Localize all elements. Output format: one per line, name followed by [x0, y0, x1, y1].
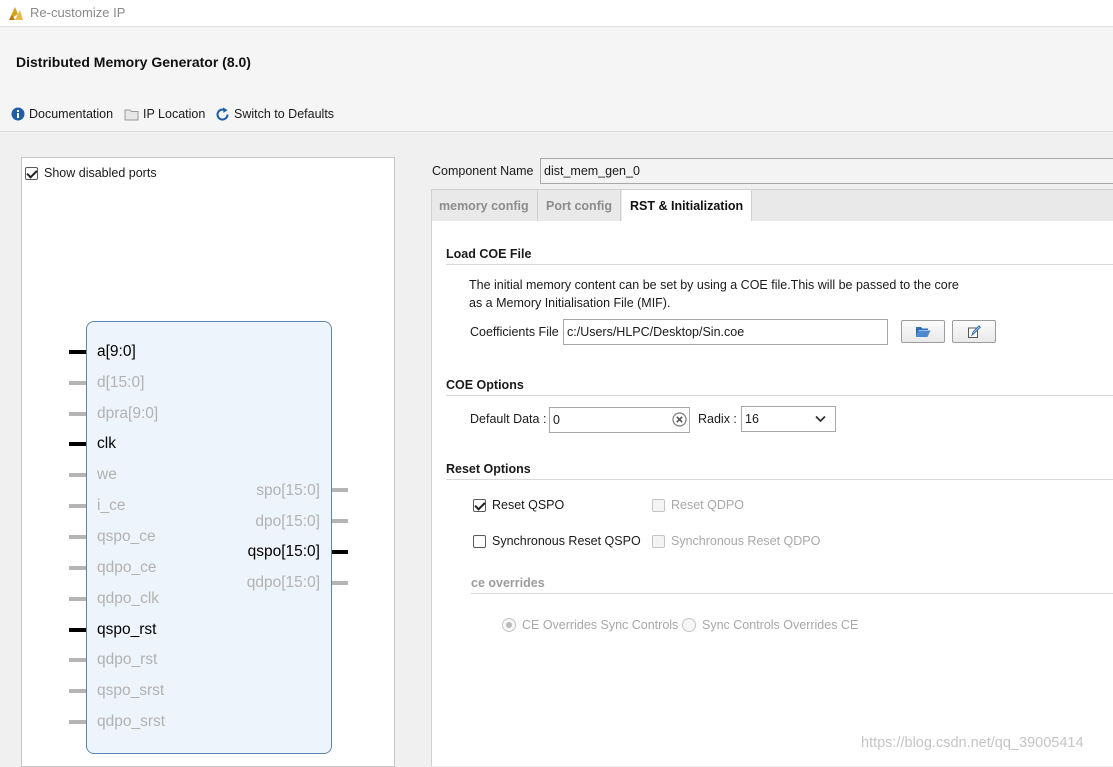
show-disabled-ports-label: Show disabled ports [44, 166, 157, 180]
documentation-button[interactable]: Documentation [11, 105, 113, 123]
show-disabled-ports-checkbox[interactable]: Show disabled ports [25, 166, 157, 180]
ce-overrides-title: ce overrides [471, 576, 545, 590]
radix-label: Radix : [698, 412, 737, 426]
chevron-down-icon [815, 415, 826, 423]
vivado-logo-icon [9, 7, 23, 20]
checkbox-box[interactable] [473, 498, 486, 512]
ce-overrides-sync-radio: CE Overrides Sync Controls [502, 618, 678, 632]
checkbox-box[interactable] [473, 534, 486, 548]
documentation-label: Documentation [29, 107, 114, 121]
ip-title: Distributed Memory Generator (8.0) [16, 54, 251, 70]
checkbox-box[interactable] [25, 166, 38, 180]
port-clk: clk [97, 435, 116, 452]
pin-clk [69, 442, 86, 446]
pin-qspo-srst [69, 689, 86, 693]
watermark: https://blog.csdn.net/qq_39005414 [861, 735, 1084, 751]
port-i-ce: i_ce [97, 497, 126, 514]
reset-options-title: Reset Options [446, 462, 531, 476]
window-titlebar: Re-customize IP [0, 0, 1113, 27]
pin-d [69, 381, 86, 385]
default-data-input[interactable]: 0 [549, 407, 690, 433]
coe-options-title: COE Options [446, 378, 524, 392]
port-dpra: dpra[9:0] [97, 405, 159, 422]
pin-qdpo [332, 581, 348, 585]
port-d: d[15:0] [97, 374, 145, 391]
coefficients-file-label: Coefficients File [470, 325, 559, 339]
pin-qspo [332, 550, 348, 554]
reset-qspo-label: Reset QSPO [492, 498, 565, 512]
ip-symbol-panel: Show disabled ports a[9:0] d[15:0] dpra[… [21, 157, 395, 767]
port-qspo-rst: qspo_rst [97, 621, 157, 638]
port-qspo-ce: qspo_ce [97, 528, 156, 545]
folder-icon [124, 109, 139, 120]
pin-qdpo-srst [69, 720, 86, 724]
pin-spo [332, 488, 348, 492]
edit-icon [968, 324, 981, 338]
port-qdpo-ce: qdpo_ce [97, 559, 157, 576]
pin-qdpo-rst [69, 658, 86, 662]
port-a: a[9:0] [97, 343, 136, 360]
reset-qspo-checkbox[interactable]: Reset QSPO [473, 498, 564, 512]
port-qdpo-rst: qdpo_rst [97, 651, 158, 668]
tab-memory-config[interactable]: memory config [431, 190, 538, 221]
sync-overrides-ce-label: Sync Controls Overrides CE [702, 618, 859, 632]
sync-reset-qdpo-label: Synchronous Reset QDPO [671, 534, 821, 548]
port-qdpo-clk: qdpo_clk [97, 590, 160, 607]
port-we: we [97, 466, 117, 483]
clear-icon[interactable] [672, 412, 687, 427]
reset-qdpo-label: Reset QDPO [671, 498, 744, 512]
port-dpo: dpo[15:0] [255, 513, 320, 530]
load-coe-description-2: as a Memory Initialisation File (MIF). [469, 296, 671, 310]
radix-value: 16 [745, 412, 759, 426]
component-name-label: Component Name [432, 164, 534, 178]
coefficients-file-input[interactable]: c:/Users/HLPC/Desktop/Sin.coe [563, 319, 888, 345]
ip-location-button[interactable]: IP Location [124, 105, 205, 123]
browse-coe-button[interactable] [901, 320, 945, 343]
pin-we [69, 473, 86, 477]
load-coe-title: Load COE File [446, 247, 532, 261]
port-spo: spo[15:0] [256, 482, 320, 499]
tab-port-config[interactable]: Port config [538, 190, 621, 221]
pin-a [69, 350, 86, 354]
info-icon [11, 107, 25, 121]
port-qspo-srst: qspo_srst [97, 682, 165, 699]
port-qdpo: qdpo[15:0] [246, 574, 320, 591]
pin-qdpo-ce [69, 566, 86, 570]
window-title: Re-customize IP [30, 5, 126, 20]
sync-overrides-ce-radio: Sync Controls Overrides CE [682, 618, 858, 632]
default-data-value: 0 [553, 413, 560, 427]
open-folder-icon [916, 327, 931, 337]
switch-to-defaults-button[interactable]: Switch to Defaults [215, 105, 334, 123]
port-qdpo-srst: qdpo_srst [97, 713, 166, 730]
pin-qspo-rst [69, 628, 86, 632]
tab-rst-initialization[interactable]: RST & Initialization [622, 190, 753, 221]
radio-button [682, 618, 696, 632]
default-data-label: Default Data : [470, 412, 547, 426]
section-divider [446, 395, 1113, 396]
component-name-input[interactable]: dist_mem_gen_0 [540, 158, 1113, 184]
section-divider [446, 479, 1113, 480]
sync-reset-qdpo-checkbox: Synchronous Reset QDPO [652, 534, 820, 548]
pin-dpo [332, 519, 348, 523]
section-divider [446, 264, 1113, 265]
ip-header: Distributed Memory Generator (8.0) Docum… [0, 28, 1113, 132]
sync-reset-qspo-label: Synchronous Reset QSPO [492, 534, 641, 548]
pin-i-ce [69, 504, 86, 508]
reset-qdpo-checkbox: Reset QDPO [652, 498, 744, 512]
section-divider [471, 593, 1113, 594]
port-qspo: qspo[15:0] [247, 543, 320, 560]
pin-qdpo-clk [69, 597, 86, 601]
edit-coe-button[interactable] [952, 320, 996, 343]
sync-reset-qspo-checkbox[interactable]: Synchronous Reset QSPO [473, 534, 641, 548]
checkbox-box [652, 534, 665, 548]
ce-overrides-sync-label: CE Overrides Sync Controls [522, 618, 679, 632]
switch-to-defaults-label: Switch to Defaults [234, 107, 335, 121]
radio-button [502, 618, 516, 632]
pin-qspo-ce [69, 535, 86, 539]
refresh-icon [216, 107, 229, 121]
pin-dpra [69, 412, 86, 416]
load-coe-description-1: The initial memory content can be set by… [469, 278, 959, 292]
checkbox-box [652, 498, 665, 512]
ip-location-label: IP Location [143, 107, 206, 121]
